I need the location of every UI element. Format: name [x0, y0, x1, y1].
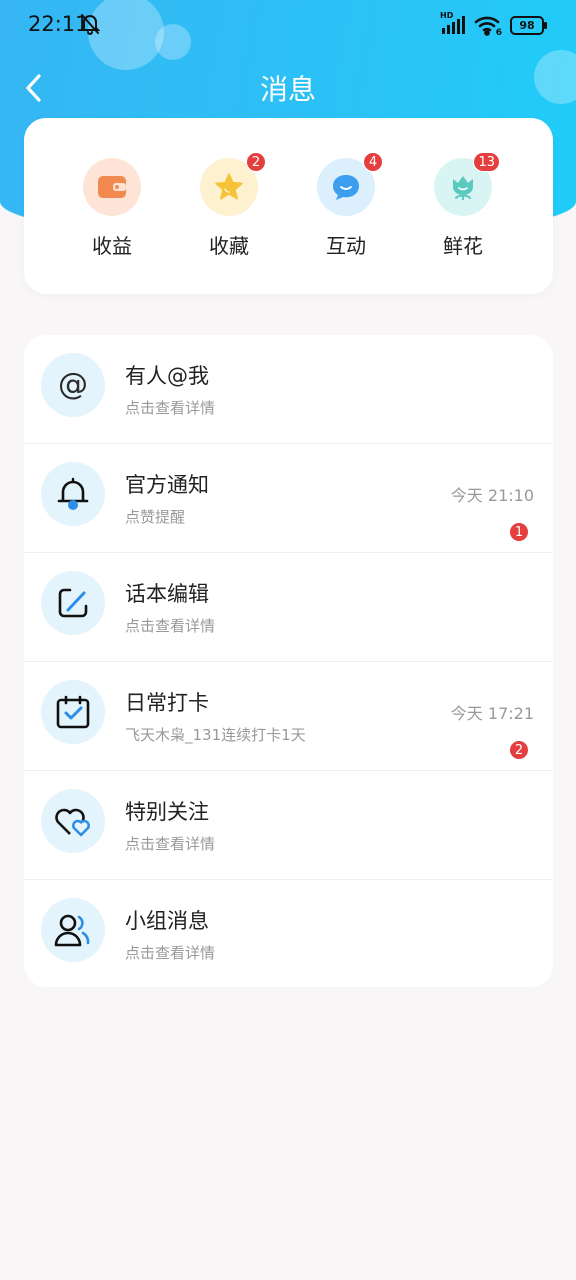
quick-action-earnings[interactable]: 收益 [67, 158, 157, 259]
wallet-icon [98, 176, 126, 198]
page-title: 消息 [259, 73, 316, 106]
status-bar: 22:11 HD 6 98 [0, 0, 576, 52]
unread-badge: 2 [509, 740, 529, 760]
quick-action-icon-circle: 13 [434, 152, 500, 216]
battery-icon: 98 [510, 15, 547, 35]
message-title: 小组消息 [125, 909, 209, 933]
svg-text:@: @ [58, 368, 88, 402]
message-title: 有人@我 [125, 364, 209, 388]
wifi-icon: 6 [474, 14, 502, 38]
message-subtitle: 点击查看详情 [125, 617, 216, 635]
quick-action-label: 收藏 [209, 234, 249, 258]
message-row-official-notice[interactable]: 官方通知 点赞提醒 今天 21:10 1 [24, 444, 553, 553]
notification-badge: 2 [246, 152, 266, 172]
message-row-mentions[interactable]: @ 有人@我 点击查看详情 [24, 335, 553, 444]
battery-level: 98 [519, 18, 535, 32]
unread-badge: 1 [509, 522, 529, 542]
star-icon [215, 173, 243, 200]
message-subtitle: 点赞提醒 [125, 508, 186, 526]
wifi-sub-label: 6 [495, 28, 502, 38]
notification-badge: 4 [363, 152, 383, 172]
message-icon-circle [41, 898, 105, 962]
message-icon-circle [41, 789, 105, 853]
quick-action-favorites[interactable]: 2 收藏 [184, 152, 274, 259]
message-title: 特别关注 [125, 800, 209, 824]
quick-action-interactions[interactable]: 4 互动 [301, 152, 391, 259]
message-icon-circle [41, 680, 105, 744]
quick-action-label: 鲜花 [443, 234, 483, 258]
message-time: 今天 17:21 [450, 704, 534, 723]
message-subtitle: 飞天木枭_131连续打卡1天 [125, 726, 306, 744]
quick-action-icon-circle: 2 [200, 152, 266, 216]
message-title: 官方通知 [125, 473, 209, 497]
notification-badge: 13 [473, 152, 500, 172]
edit-icon [58, 588, 88, 618]
quick-action-label: 互动 [326, 234, 366, 258]
hd-label: HD [440, 11, 454, 20]
message-row-group[interactable]: 小组消息 点击查看详情 [24, 880, 553, 987]
message-title: 日常打卡 [125, 691, 209, 715]
message-icon-circle [41, 462, 105, 526]
message-subtitle: 点击查看详情 [125, 835, 216, 853]
quick-action-flowers[interactable]: 13 鲜花 [418, 152, 508, 259]
quick-action-label: 收益 [92, 234, 132, 258]
bell-icon [57, 477, 89, 510]
message-subtitle: 点击查看详情 [125, 944, 216, 962]
message-subtitle: 点击查看详情 [125, 399, 216, 417]
message-icon-circle [41, 571, 105, 635]
message-row-daily-checkin[interactable]: 日常打卡 飞天木枭_131连续打卡1天 今天 17:21 2 [24, 662, 553, 771]
flower-icon [453, 176, 473, 200]
message-title: 话本编辑 [125, 582, 209, 606]
quick-actions-card: 收益 2 收藏 4 互动 13 鲜花 [24, 118, 553, 294]
message-row-script-editor[interactable]: 话本编辑 点击查看详情 [24, 553, 553, 662]
at-icon: @ [58, 368, 88, 402]
quick-action-icon-circle [83, 158, 141, 216]
quick-action-icon-circle: 4 [317, 152, 383, 216]
message-row-special-follow[interactable]: 特别关注 点击查看详情 [24, 771, 553, 880]
group-icon [54, 914, 90, 947]
bell-muted-icon [79, 13, 101, 39]
calendar-check-icon [56, 695, 90, 729]
chat-bubble-icon [333, 175, 359, 200]
hd-signal-icon: HD [440, 11, 466, 36]
message-list: @ 有人@我 点击查看详情 官方通知 点赞提醒 今天 21:10 1 话本编辑 [24, 335, 553, 987]
message-icon-circle: @ [41, 353, 105, 417]
hearts-icon [55, 808, 90, 837]
message-time: 今天 21:10 [450, 486, 534, 505]
